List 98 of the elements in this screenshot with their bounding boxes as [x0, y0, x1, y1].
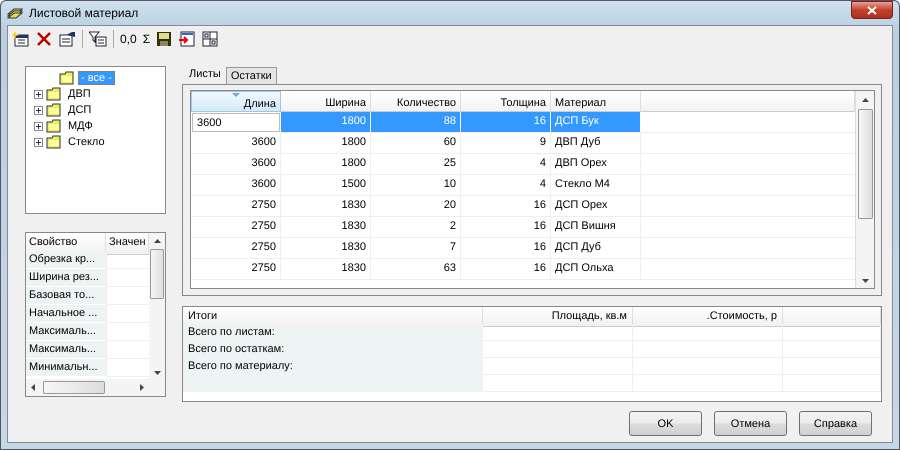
table-cell: 63	[371, 259, 461, 280]
table-cell: 88	[371, 112, 461, 133]
table-cell: 10	[371, 175, 461, 196]
toolbar-button[interactable]: Σ	[142, 32, 150, 46]
table-cell: ДВП Орех	[551, 154, 641, 175]
table-cell: ДСП Вишня	[551, 217, 641, 238]
folder-icon	[59, 71, 75, 85]
folder-icon	[46, 103, 62, 117]
table-cell: 1800	[281, 154, 371, 175]
filter-icon[interactable]	[89, 31, 107, 47]
column-header[interactable]: Количество	[371, 91, 461, 112]
tree-item[interactable]: ДВП	[65, 87, 94, 101]
column-header[interactable]: Длина	[191, 91, 281, 112]
property-name: Обрезка кр...	[26, 251, 106, 269]
table-cell: 16	[461, 112, 551, 133]
column-header[interactable]: Ширина	[281, 91, 371, 112]
table-cell: 3600	[191, 154, 281, 175]
horizontal-scrollbar[interactable]	[26, 379, 149, 396]
scroll-down-icon[interactable]	[154, 368, 160, 376]
scroll-left-icon[interactable]	[30, 384, 37, 391]
table-cell: 4	[461, 175, 551, 196]
sort-indicator-icon	[232, 93, 240, 97]
property-name: Минимальн...	[26, 359, 106, 377]
vertical-scrollbar[interactable]	[855, 91, 874, 288]
property-name: Начальное ...	[26, 305, 106, 323]
window-title: Листовой материал	[29, 6, 138, 20]
table-cell: 16	[461, 238, 551, 259]
export-icon[interactable]	[178, 31, 196, 47]
table-cell: Стекло М4	[551, 175, 641, 196]
scroll-down-icon[interactable]	[862, 276, 868, 284]
delete-icon[interactable]	[36, 31, 52, 47]
table-cell: 3600	[191, 175, 281, 196]
scroll-right-icon[interactable]	[138, 384, 145, 391]
tree-item[interactable]: Стекло	[65, 135, 108, 149]
vertical-scrollbar[interactable]	[149, 233, 165, 379]
table-cell: 3600	[191, 133, 281, 154]
table-cell: 16	[461, 217, 551, 238]
table-cell: 60	[371, 133, 461, 154]
save-icon[interactable]	[156, 31, 172, 47]
folder-icon	[46, 87, 62, 101]
table-cell: 16	[461, 196, 551, 217]
new-document-icon[interactable]	[12, 31, 30, 47]
column-header[interactable]: Площадь, кв.м	[483, 307, 633, 327]
column-header[interactable]: Значен	[106, 233, 149, 255]
close-button[interactable]	[851, 1, 893, 19]
folder-icon	[46, 119, 62, 133]
table-cell: 2750	[191, 238, 281, 259]
table-cell: 1830	[281, 196, 371, 217]
totals-label: Всего по листам:	[183, 324, 483, 341]
table-cell: 7	[371, 238, 461, 259]
property-name: Максималь...	[26, 341, 106, 359]
table-cell: ДСП Ольха	[551, 259, 641, 280]
column-header[interactable]: .Стоимость, р	[633, 307, 783, 327]
table-cell: 1500	[281, 175, 371, 196]
properties-icon[interactable]	[58, 31, 76, 47]
close-icon	[867, 6, 877, 14]
expand-icon[interactable]	[34, 90, 43, 98]
table-cell: 1830	[281, 259, 371, 280]
property-name: Ширина рез...	[26, 269, 106, 287]
table-cell: 1830	[281, 238, 371, 259]
grid-icon[interactable]	[202, 31, 218, 47]
table-cell: ДСП Бук	[551, 112, 641, 133]
property-name: Максималь...	[26, 323, 106, 341]
table-cell: 9	[461, 133, 551, 154]
dialog-button[interactable]: Справка	[799, 411, 872, 436]
cell-editor[interactable]: 3600	[192, 113, 280, 132]
totals-label: Всего по материалу:	[183, 358, 483, 375]
expand-icon[interactable]	[34, 106, 43, 114]
toolbar-button[interactable]: 0,0	[120, 32, 137, 46]
table-cell: 2750	[191, 196, 281, 217]
tab[interactable]: Остатки	[226, 67, 277, 84]
scroll-up-icon[interactable]	[862, 96, 868, 104]
table-cell: 2750	[191, 217, 281, 238]
table-cell: 2750	[191, 259, 281, 280]
scroll-up-icon[interactable]	[154, 238, 160, 244]
table-cell: 1800	[281, 133, 371, 154]
table-cell: ДВП Дуб	[551, 133, 641, 154]
tree-item[interactable]: МДФ	[65, 119, 96, 133]
expand-icon[interactable]	[34, 138, 43, 146]
expand-icon[interactable]	[34, 122, 43, 130]
table-cell: 4	[461, 154, 551, 175]
totals-label: Всего по остаткам:	[183, 341, 483, 358]
property-name: Базовая то...	[26, 287, 106, 305]
stack-of-sheets-icon	[7, 6, 23, 20]
table-cell: 20	[371, 196, 461, 217]
dialog-button[interactable]: Отмена	[714, 411, 787, 436]
tree-item[interactable]: ДСП	[65, 103, 94, 117]
table-cell: 2	[371, 217, 461, 238]
column-header[interactable]: Толщина	[461, 91, 551, 112]
table-cell: 25	[371, 154, 461, 175]
folder-icon	[46, 135, 62, 149]
table-cell: ДСП Орех	[551, 196, 641, 217]
table-cell: 1830	[281, 217, 371, 238]
column-header[interactable]: Материал	[551, 91, 641, 112]
table-cell: ДСП Дуб	[551, 238, 641, 259]
table-cell: 1800	[281, 112, 371, 133]
dialog-button[interactable]: OK	[629, 411, 702, 436]
table-cell: 16	[461, 259, 551, 280]
